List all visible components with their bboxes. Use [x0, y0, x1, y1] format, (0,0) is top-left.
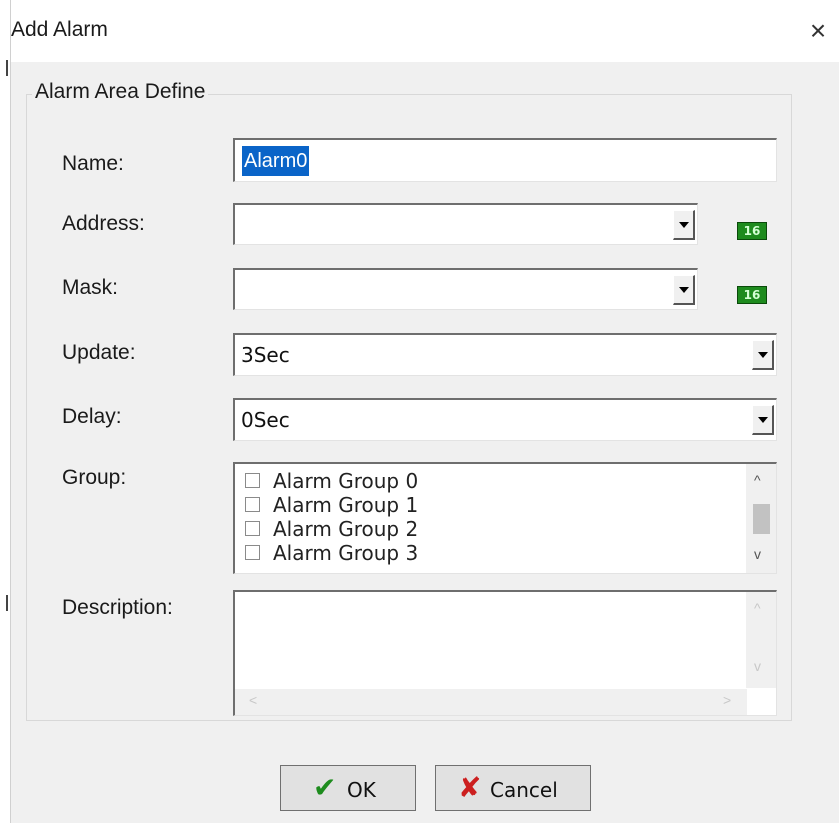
cancel-button-label: Cancel [490, 778, 558, 802]
description-horizontal-scrollbar[interactable]: < > [235, 689, 747, 715]
checkmark-icon: ✔ [313, 772, 337, 803]
list-item[interactable]: Alarm Group 1 [245, 493, 725, 517]
group-vertical-scrollbar[interactable]: ^ v [746, 464, 776, 573]
name-input-value: Alarm0 [242, 146, 310, 176]
list-item[interactable]: Alarm Group 0 [245, 469, 725, 493]
checkbox[interactable] [245, 545, 260, 560]
scroll-right-icon[interactable]: > [723, 692, 731, 708]
description-vertical-scrollbar[interactable]: ^ v [746, 592, 776, 688]
address-hex-16-icon[interactable]: 16 [737, 222, 767, 240]
dialog-title: Add Alarm [11, 18, 108, 41]
delay-combobox[interactable]: 0Sec [233, 398, 777, 441]
groupbox-legend: Alarm Area Define [32, 80, 209, 104]
mask-combobox[interactable] [233, 268, 698, 310]
mask-dropdown-button[interactable] [673, 275, 695, 305]
scroll-thumb[interactable] [753, 504, 770, 534]
description-textarea[interactable]: ^ v < > [233, 590, 777, 716]
mask-hex-16-icon[interactable]: 16 [737, 286, 767, 304]
update-value: 3Sec [241, 343, 290, 367]
update-label: Update: [62, 341, 136, 364]
description-label: Description: [62, 596, 173, 619]
scroll-left-icon[interactable]: < [249, 692, 257, 708]
delay-dropdown-button[interactable] [752, 405, 774, 435]
name-input[interactable]: Alarm0 [233, 138, 777, 182]
address-label: Address: [62, 212, 145, 235]
x-icon: ✘ [458, 772, 482, 803]
update-dropdown-button[interactable] [752, 340, 774, 370]
scroll-up-icon[interactable]: ^ [754, 472, 761, 488]
mask-label: Mask: [62, 276, 119, 299]
ok-button[interactable]: ✔ OK [280, 765, 416, 811]
update-combobox[interactable]: 3Sec [233, 333, 777, 376]
list-item[interactable]: Alarm Group 2 [245, 517, 725, 541]
add-alarm-dialog: Add Alarm × Alarm Area Define Name: Alar… [0, 0, 839, 823]
group-label: Group: [62, 466, 127, 489]
ok-button-label: OK [347, 778, 376, 802]
list-item[interactable]: Alarm Group 3 [245, 541, 725, 565]
group-checklist[interactable]: Alarm Group 0 Alarm Group 1 Alarm Group … [233, 462, 777, 574]
scroll-up-icon[interactable]: ^ [754, 600, 761, 616]
name-label: Name: [62, 152, 124, 175]
delay-value: 0Sec [241, 408, 290, 432]
cancel-button[interactable]: ✘ Cancel [435, 765, 591, 811]
close-icon[interactable]: × [801, 14, 835, 48]
scroll-down-icon[interactable]: v [754, 546, 761, 562]
checkbox[interactable] [245, 497, 260, 512]
address-combobox[interactable] [233, 203, 698, 245]
window-edge [0, 0, 11, 823]
delay-label: Delay: [62, 405, 122, 428]
checkbox[interactable] [245, 521, 260, 536]
checkbox[interactable] [245, 473, 260, 488]
scroll-down-icon[interactable]: v [754, 658, 761, 674]
address-dropdown-button[interactable] [673, 210, 695, 240]
